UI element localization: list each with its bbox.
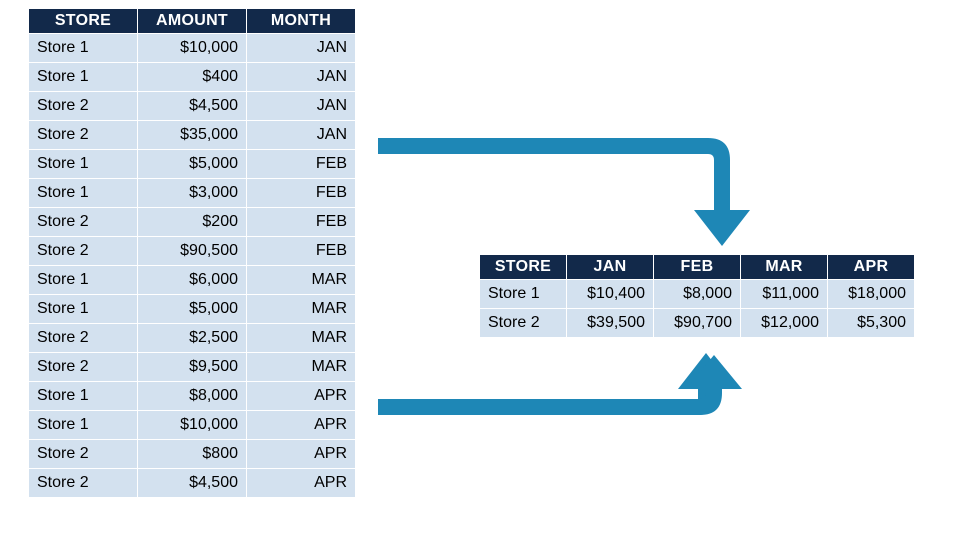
- cell-amount: $2,500: [138, 324, 247, 353]
- cell-month: FEB: [247, 237, 356, 266]
- cell-store: Store 2: [29, 353, 138, 382]
- cell-month: FEB: [247, 150, 356, 179]
- table-row: Store 2$800APR: [29, 440, 356, 469]
- cell-month: JAN: [247, 34, 356, 63]
- cell-mar: $12,000: [741, 309, 828, 338]
- table-row: Store 2$4,500JAN: [29, 92, 356, 121]
- cell-store: Store 1: [29, 34, 138, 63]
- cell-store: Store 2: [29, 469, 138, 498]
- cell-store: Store 1: [480, 280, 567, 309]
- table-row: Store 1$10,000JAN: [29, 34, 356, 63]
- cell-month: APR: [247, 440, 356, 469]
- col-header-apr: APR: [828, 255, 915, 280]
- cell-month: APR: [247, 382, 356, 411]
- cell-store: Store 1: [29, 150, 138, 179]
- table-row: Store 2$90,500FEB: [29, 237, 356, 266]
- arrow-down-icon: [378, 130, 758, 250]
- col-header-store: STORE: [480, 255, 567, 280]
- cell-amount: $10,000: [138, 411, 247, 440]
- cell-month: JAN: [247, 63, 356, 92]
- table-row: Store 2$35,000JAN: [29, 121, 356, 150]
- cell-month: MAR: [247, 324, 356, 353]
- table-row: Store 1$3,000FEB: [29, 179, 356, 208]
- table-row: Store 1$8,000APR: [29, 382, 356, 411]
- cell-amount: $35,000: [138, 121, 247, 150]
- col-header-month: MONTH: [247, 9, 356, 34]
- table-header-row: STORE JAN FEB MAR APR: [480, 255, 915, 280]
- col-header-mar: MAR: [741, 255, 828, 280]
- raw-data-table: STORE AMOUNT MONTH Store 1$10,000JAN Sto…: [28, 8, 356, 498]
- table-row: Store 2$200FEB: [29, 208, 356, 237]
- cell-amount: $90,500: [138, 237, 247, 266]
- cell-amount: $3,000: [138, 179, 247, 208]
- cell-store: Store 1: [29, 179, 138, 208]
- cell-month: FEB: [247, 179, 356, 208]
- cell-amount: $8,000: [138, 382, 247, 411]
- cell-store: Store 2: [29, 440, 138, 469]
- cell-month: MAR: [247, 353, 356, 382]
- cell-store: Store 2: [29, 208, 138, 237]
- table-row: Store 2$2,500MAR: [29, 324, 356, 353]
- cell-store: Store 2: [29, 324, 138, 353]
- pivot-table: STORE JAN FEB MAR APR Store 1 $10,400 $8…: [479, 254, 915, 338]
- cell-amount: $9,500: [138, 353, 247, 382]
- cell-month: FEB: [247, 208, 356, 237]
- cell-amount: $4,500: [138, 92, 247, 121]
- table-row: Store 1$400JAN: [29, 63, 356, 92]
- cell-amount: $5,000: [138, 150, 247, 179]
- cell-jan: $39,500: [567, 309, 654, 338]
- col-header-feb: FEB: [654, 255, 741, 280]
- cell-store: Store 2: [29, 92, 138, 121]
- cell-apr: $18,000: [828, 280, 915, 309]
- cell-amount: $4,500: [138, 469, 247, 498]
- cell-store: Store 2: [480, 309, 567, 338]
- cell-month: JAN: [247, 92, 356, 121]
- cell-month: MAR: [247, 295, 356, 324]
- cell-feb: $90,700: [654, 309, 741, 338]
- cell-store: Store 1: [29, 411, 138, 440]
- table-row: Store 1$10,000APR: [29, 411, 356, 440]
- cell-apr: $5,300: [828, 309, 915, 338]
- cell-store: Store 1: [29, 295, 138, 324]
- table-row: Store 1$5,000MAR: [29, 295, 356, 324]
- col-header-amount: AMOUNT: [138, 9, 247, 34]
- table-row: Store 1$6,000MAR: [29, 266, 356, 295]
- cell-store: Store 1: [29, 63, 138, 92]
- cell-store: Store 2: [29, 237, 138, 266]
- cell-amount: $200: [138, 208, 247, 237]
- cell-mar: $11,000: [741, 280, 828, 309]
- col-header-jan: JAN: [567, 255, 654, 280]
- cell-store: Store 1: [29, 382, 138, 411]
- cell-amount: $10,000: [138, 34, 247, 63]
- table-header-row: STORE AMOUNT MONTH: [29, 9, 356, 34]
- arrow-up-icon: [378, 345, 748, 425]
- cell-month: JAN: [247, 121, 356, 150]
- cell-month: MAR: [247, 266, 356, 295]
- cell-amount: $5,000: [138, 295, 247, 324]
- table-row: Store 2$9,500MAR: [29, 353, 356, 382]
- cell-store: Store 1: [29, 266, 138, 295]
- cell-month: APR: [247, 411, 356, 440]
- cell-month: APR: [247, 469, 356, 498]
- table-row: Store 2 $39,500 $90,700 $12,000 $5,300: [480, 309, 915, 338]
- table-row: Store 2$4,500APR: [29, 469, 356, 498]
- cell-amount: $800: [138, 440, 247, 469]
- table-row: Store 1$5,000FEB: [29, 150, 356, 179]
- cell-feb: $8,000: [654, 280, 741, 309]
- col-header-store: STORE: [29, 9, 138, 34]
- cell-jan: $10,400: [567, 280, 654, 309]
- cell-amount: $400: [138, 63, 247, 92]
- cell-store: Store 2: [29, 121, 138, 150]
- table-row: Store 1 $10,400 $8,000 $11,000 $18,000: [480, 280, 915, 309]
- cell-amount: $6,000: [138, 266, 247, 295]
